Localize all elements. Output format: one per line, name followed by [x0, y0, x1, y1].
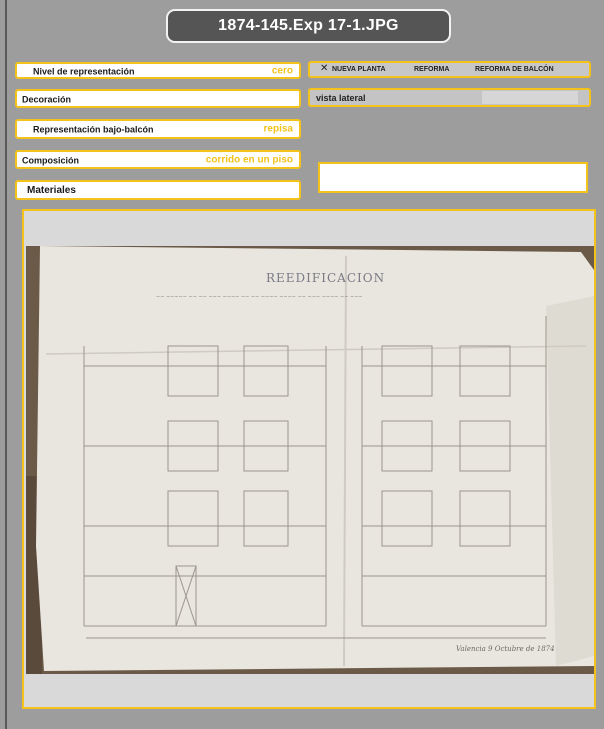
option-reforma-balcon[interactable]: REFORMA DE BALCÓN	[475, 66, 554, 73]
close-icon: ✕	[320, 63, 329, 74]
left-divider	[5, 0, 7, 729]
decoracion-field[interactable]: Decoración	[15, 89, 301, 108]
nivel-representacion-label: Nivel de representación	[33, 66, 135, 76]
vista-lateral-label: vista lateral	[316, 93, 366, 103]
svg-text:~~ ~~~~~ ~~ ~~ ~~~ ~~~~ ~~ ~~: ~~ ~~~~~ ~~ ~~ ~~~ ~~~~ ~~ ~~ ~~~~ ~~~~ …	[156, 294, 363, 300]
bajo-balcon-label: Representación bajo-balcón	[33, 124, 154, 135]
composicion-value: corrido en un piso	[205, 154, 293, 165]
composicion-field[interactable]: Composición corrido en un piso	[15, 150, 301, 169]
bajo-balcon-field[interactable]: Representación bajo-balcón repisa	[15, 119, 301, 139]
materiales-field[interactable]: Materiales	[15, 180, 301, 200]
decoracion-label: Decoración	[22, 94, 72, 104]
vista-lateral-bar	[482, 91, 578, 104]
nivel-representacion-field[interactable]: Nivel de representación cero	[15, 62, 301, 79]
option-nueva-planta[interactable]: NUEVA PLANTA	[332, 66, 386, 73]
photo-frame: REEDIFICACION ~~ ~~~~~ ~~ ~~ ~~~ ~~~~ ~~…	[22, 209, 596, 709]
tipo-obra-options: ✕ NUEVA PLANTA REFORMA REFORMA DE BALCÓN	[308, 61, 591, 78]
drawing-signature: Valencia 9 Octubre de 1874	[456, 645, 555, 653]
drawing-heading: REEDIFICACION	[266, 271, 385, 285]
option-reforma[interactable]: REFORMA	[414, 66, 449, 73]
blank-text-box[interactable]	[318, 162, 588, 193]
composicion-label: Composición	[22, 155, 80, 165]
nivel-representacion-value: cero	[271, 65, 293, 76]
page-title: 1874-145.Exp 17-1.JPG	[166, 9, 451, 43]
bajo-balcon-value: repisa	[263, 123, 293, 135]
vista-lateral-field[interactable]: vista lateral	[308, 88, 591, 107]
materiales-label: Materiales	[27, 185, 76, 197]
architectural-elevation-drawing-icon: REEDIFICACION ~~ ~~~~~ ~~ ~~ ~~~ ~~~~ ~~…	[26, 246, 594, 674]
